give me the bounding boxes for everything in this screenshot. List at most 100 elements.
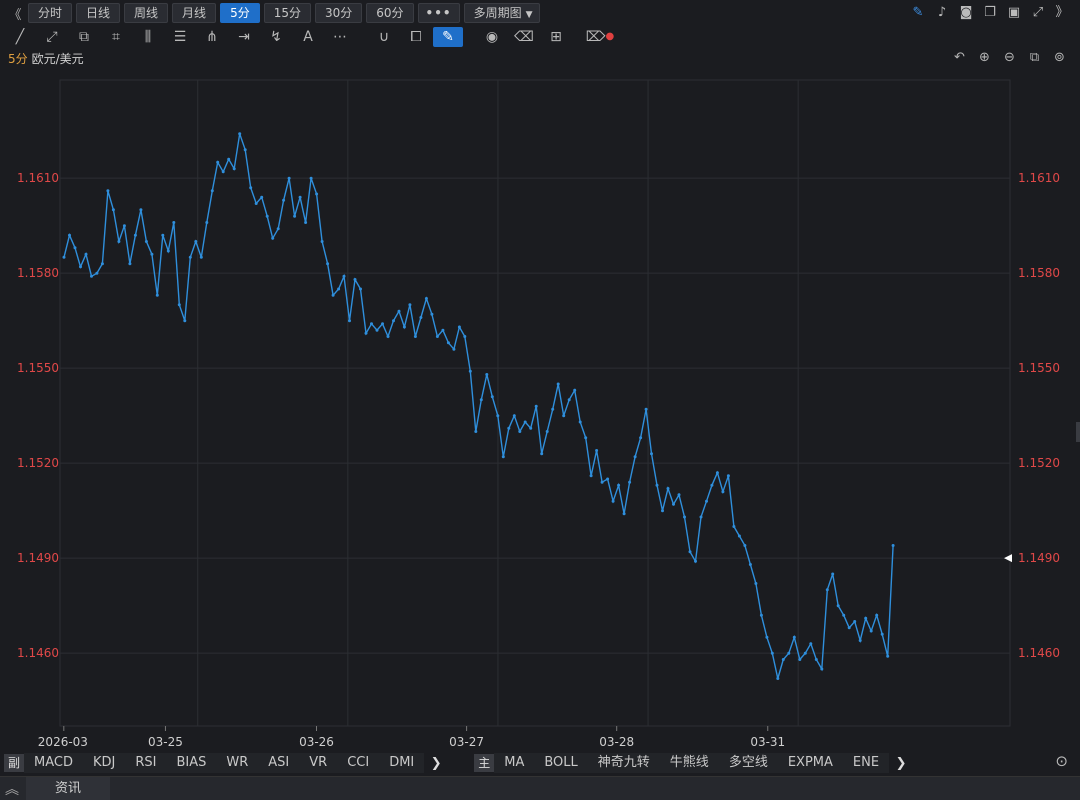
main-indicator-tab-牛熊线[interactable]: 牛熊线 bbox=[660, 753, 719, 773]
price-point bbox=[501, 455, 505, 459]
settings-icon[interactable]: ⊚ bbox=[1047, 49, 1072, 67]
price-point bbox=[397, 309, 401, 313]
sub-indicator-tab-wr[interactable]: WR bbox=[216, 753, 258, 773]
sub-indicator-tab-bias[interactable]: BIAS bbox=[166, 753, 216, 773]
more-tools-icon[interactable]: ⋯ bbox=[324, 27, 356, 47]
main-indicator-tab-神奇九转[interactable]: 神奇九转 bbox=[588, 753, 660, 773]
chevron-right-icon[interactable]: ❯ bbox=[424, 756, 448, 771]
chevron-down-icon: ▼ bbox=[525, 10, 533, 20]
sub-indicator-tab-vr[interactable]: VR bbox=[299, 753, 337, 773]
expand-up-icon[interactable]: ︽ bbox=[0, 779, 24, 799]
price-point bbox=[518, 430, 522, 433]
line-tool-icon[interactable]: ╱ bbox=[4, 27, 36, 47]
chevron-right-icon[interactable]: ❯ bbox=[889, 756, 913, 771]
price-point bbox=[111, 208, 115, 212]
candle-tool-icon[interactable]: ⫼ bbox=[132, 27, 164, 47]
layers-icon[interactable]: ⧠ bbox=[400, 27, 432, 47]
price-point bbox=[166, 249, 170, 253]
price-point bbox=[485, 373, 489, 376]
price-point bbox=[392, 319, 395, 323]
period-button-5m[interactable]: 5分 bbox=[220, 3, 260, 23]
main-indicator-tag: 主 bbox=[474, 754, 495, 772]
fan-tool-icon[interactable]: ⋔ bbox=[196, 27, 228, 47]
crop-tool-icon[interactable]: ⌗ bbox=[100, 27, 132, 47]
collapse-left-icon[interactable]: 《 bbox=[6, 4, 24, 23]
range-tool-icon[interactable]: ⇥ bbox=[228, 27, 260, 47]
sub-indicator-tag: 副 bbox=[4, 754, 24, 772]
zoom-in-icon[interactable]: ⊕ bbox=[972, 49, 997, 67]
y-axis-labels: 1.1460 1.1460 1.1490 1.1490 1.1520 1.1520 1.15… bbox=[17, 171, 1060, 660]
camera-icon[interactable]: ◙ bbox=[954, 3, 978, 23]
pattern-tool-icon[interactable]: ↯ bbox=[260, 27, 292, 47]
copy-icon[interactable]: ❐ bbox=[978, 3, 1002, 23]
draw-pen-icon[interactable]: ✎ bbox=[906, 3, 930, 23]
price-point bbox=[743, 544, 747, 547]
price-point bbox=[617, 483, 621, 487]
period-button-month[interactable]: 月线 bbox=[172, 3, 217, 23]
multi-period-dropdown[interactable]: 多周期图 ▼ bbox=[463, 3, 540, 23]
window-icon[interactable]: ⧉ bbox=[1022, 49, 1047, 67]
price-point bbox=[776, 677, 780, 680]
period-button-60m[interactable]: 60分 bbox=[366, 3, 414, 23]
price-point bbox=[254, 202, 258, 205]
location-pin-icon[interactable]: ⊙ bbox=[1055, 752, 1068, 770]
ray-tool-icon[interactable]: ⤢ bbox=[36, 27, 68, 47]
x-tick-label: 03-28 bbox=[599, 735, 634, 749]
fullscreen-icon[interactable]: ⤢ bbox=[1026, 3, 1050, 23]
price-point bbox=[161, 233, 165, 237]
eye-icon[interactable]: ◉ bbox=[476, 27, 508, 47]
magnet-icon[interactable]: ∪ bbox=[368, 27, 400, 47]
monitor-icon[interactable]: ▣ bbox=[1002, 3, 1026, 23]
price-point bbox=[847, 626, 851, 630]
price-point bbox=[457, 325, 461, 329]
text-tool-icon[interactable]: A bbox=[292, 27, 324, 47]
sub-indicator-tab-kdj[interactable]: KDJ bbox=[83, 753, 125, 773]
price-point bbox=[721, 490, 725, 494]
period-button-week[interactable]: 周线 bbox=[124, 3, 169, 23]
sub-indicator-tab-dmi[interactable]: DMI bbox=[379, 753, 424, 773]
price-point bbox=[748, 563, 752, 566]
pen-active-icon[interactable]: ✎ bbox=[433, 27, 463, 47]
main-indicator-tab-多空线[interactable]: 多空线 bbox=[719, 753, 778, 773]
period-button-30m[interactable]: 30分 bbox=[314, 3, 363, 23]
fib-tool-icon[interactable]: ☰ bbox=[164, 27, 196, 47]
main-indicator-tab-ene[interactable]: ENE bbox=[843, 753, 889, 773]
price-chart[interactable]: 1.1460 1.1460 1.1490 1.1490 1.1520 1.1520 1.15… bbox=[0, 70, 1080, 750]
period-button-1m[interactable]: 分时 bbox=[28, 3, 73, 23]
sub-indicator-tab-asi[interactable]: ASI bbox=[258, 753, 299, 773]
sub-indicator-tab-cci[interactable]: CCI bbox=[337, 753, 379, 773]
price-point bbox=[210, 189, 214, 193]
right-scrollbar[interactable] bbox=[1076, 70, 1080, 750]
price-point bbox=[814, 658, 818, 661]
price-point bbox=[781, 658, 785, 661]
price-point bbox=[370, 322, 373, 326]
sub-indicator-tab-rsi[interactable]: RSI bbox=[125, 753, 166, 773]
channel-tool-icon[interactable]: ⧉ bbox=[68, 27, 100, 47]
collapse-right-icon[interactable]: 》 bbox=[1050, 3, 1074, 23]
main-indicator-tab-expma[interactable]: EXPMA bbox=[778, 753, 843, 773]
price-point bbox=[699, 515, 703, 519]
sub-indicator-tab-macd[interactable]: MACD bbox=[24, 753, 83, 773]
period-button-day[interactable]: 日线 bbox=[76, 3, 121, 23]
right-scroll-handle[interactable] bbox=[1076, 422, 1080, 442]
price-point bbox=[249, 186, 253, 190]
price-series bbox=[62, 132, 895, 680]
news-tab[interactable]: 资讯 bbox=[26, 776, 110, 800]
price-point bbox=[463, 335, 467, 338]
y-tick-label-left: 1.1490 bbox=[17, 551, 59, 565]
price-point bbox=[666, 487, 670, 490]
bell-icon[interactable]: ♪ bbox=[930, 3, 954, 23]
main-indicator-tab-ma[interactable]: MA bbox=[494, 753, 534, 773]
legend-symbol: 欧元/美元 bbox=[31, 52, 84, 66]
period-button-15m[interactable]: 15分 bbox=[263, 3, 311, 23]
undo-icon[interactable]: ↶ bbox=[947, 49, 972, 67]
price-point bbox=[578, 420, 582, 424]
zoom-out-icon[interactable]: ⊖ bbox=[997, 49, 1022, 67]
more-periods-button[interactable]: ••• bbox=[417, 3, 460, 23]
price-point bbox=[348, 319, 351, 323]
main-indicator-tab-boll[interactable]: BOLL bbox=[534, 753, 587, 773]
ruler-icon[interactable]: ⌦● bbox=[584, 27, 616, 47]
trash-icon[interactable]: ⌫ bbox=[508, 27, 540, 47]
grid-objects-icon[interactable]: ⊞ bbox=[540, 27, 572, 47]
price-point bbox=[672, 502, 675, 506]
